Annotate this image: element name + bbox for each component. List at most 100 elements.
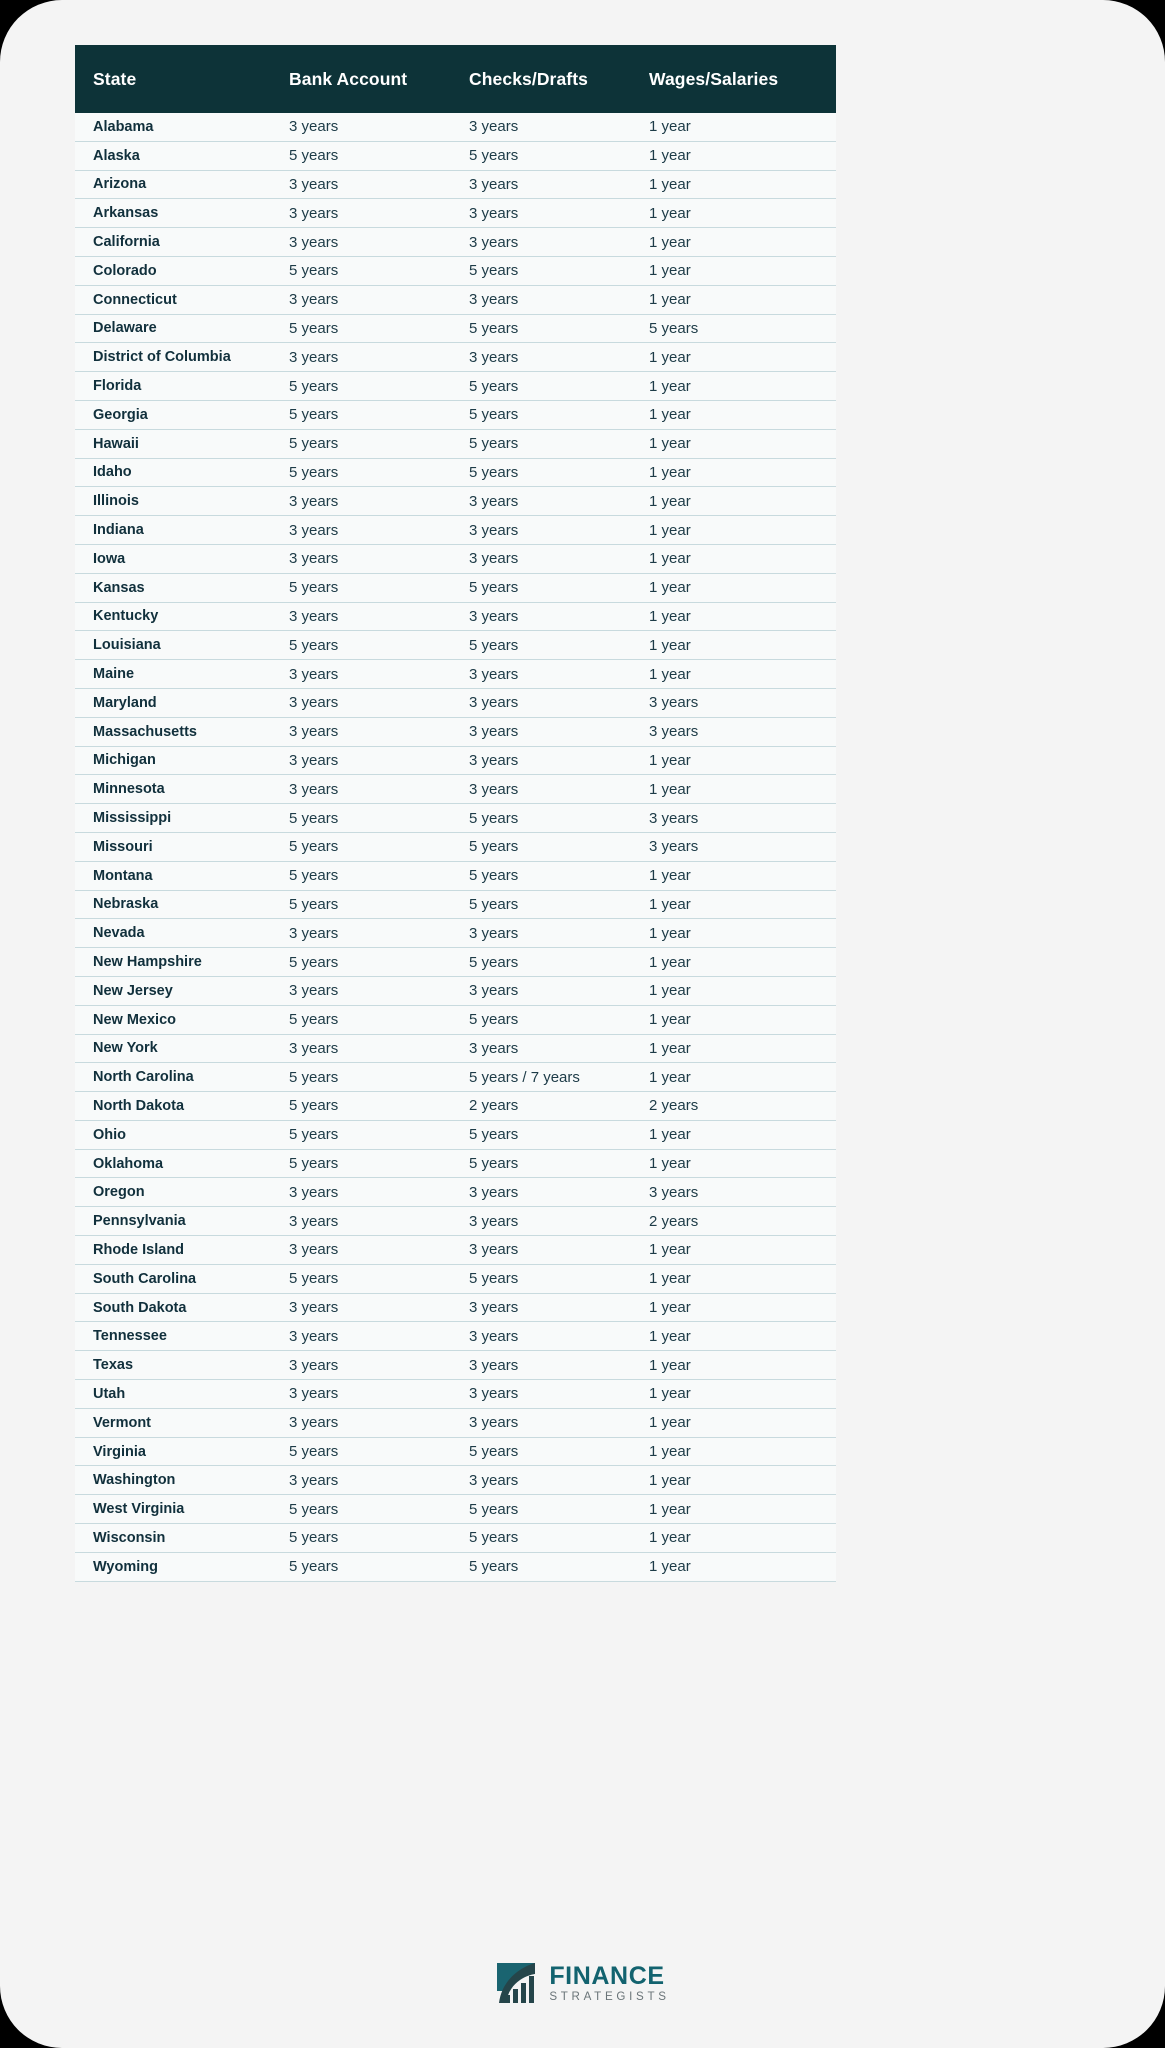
cell-checks: 3 years	[469, 1379, 649, 1409]
cell-bank: 5 years	[289, 371, 469, 401]
cell-state: Nevada	[75, 918, 289, 949]
cell-state: Oklahoma	[75, 1149, 289, 1179]
cell-bank: 3 years	[289, 659, 469, 689]
logo-lockup: FINANCE STRATEGISTS	[495, 1961, 669, 2005]
cell-wages: 1 year	[649, 1235, 836, 1265]
footer-logo: FINANCE STRATEGISTS	[0, 1948, 1165, 2018]
cell-wages: 3 years	[649, 688, 836, 718]
cell-bank: 5 years	[289, 1062, 469, 1093]
cell-bank: 3 years	[289, 717, 469, 747]
cell-checks: 3 years	[469, 1350, 649, 1381]
cell-wages: 3 years	[649, 832, 836, 862]
cell-bank: 5 years	[289, 861, 469, 891]
table-row: Alabama 3 years 3 years 1 year	[75, 113, 836, 142]
cell-state: Iowa	[75, 544, 289, 574]
page-card: State Bank Account Checks/Drafts Wages/S…	[0, 0, 1165, 2048]
cell-bank: 5 years	[289, 1494, 469, 1525]
table-row: Mississippi 5 years 5 years 3 years	[75, 803, 836, 833]
cell-checks: 5 years	[469, 400, 649, 430]
cell-checks: 5 years	[469, 947, 649, 977]
table-row: Texas 3 years 3 years 1 year	[75, 1350, 836, 1381]
cell-wages: 3 years	[649, 803, 836, 833]
cell-checks: 3 years	[469, 746, 649, 776]
cell-checks: 5 years	[469, 256, 649, 286]
table-row: New York 3 years 3 years 1 year	[75, 1034, 836, 1064]
table-row: Wyoming 5 years 5 years 1 year	[75, 1552, 836, 1582]
cell-checks: 3 years	[469, 774, 649, 805]
table-row: Indiana 3 years 3 years 1 year	[75, 515, 836, 545]
cell-wages: 1 year	[649, 1379, 836, 1409]
table-row: Hawaii 5 years 5 years 1 year	[75, 429, 836, 459]
table-row: Virginia 5 years 5 years 1 year	[75, 1437, 836, 1467]
table-row: California 3 years 3 years 1 year	[75, 227, 836, 257]
cell-wages: 1 year	[649, 429, 836, 459]
cell-state: North Carolina	[75, 1062, 289, 1093]
cell-state: Alabama	[75, 113, 289, 142]
cell-wages: 1 year	[649, 486, 836, 517]
cell-state: Montana	[75, 861, 289, 891]
cell-bank: 5 years	[289, 314, 469, 344]
column-header-state: State	[75, 45, 289, 113]
cell-state: Michigan	[75, 746, 289, 776]
table-row: New Hampshire 5 years 5 years 1 year	[75, 947, 836, 977]
cell-wages: 1 year	[649, 113, 836, 142]
cell-bank: 3 years	[289, 1235, 469, 1265]
cell-wages: 1 year	[649, 630, 836, 661]
cell-bank: 3 years	[289, 1293, 469, 1323]
cell-wages: 1 year	[649, 227, 836, 257]
cell-wages: 1 year	[649, 861, 836, 891]
cell-checks: 3 years	[469, 717, 649, 747]
cell-wages: 1 year	[649, 1034, 836, 1064]
cell-bank: 3 years	[289, 1379, 469, 1409]
table-row: Massachusetts 3 years 3 years 3 years	[75, 717, 836, 747]
cell-state: Minnesota	[75, 774, 289, 805]
state-limitations-table: State Bank Account Checks/Drafts Wages/S…	[75, 45, 836, 1582]
table-row: Idaho 5 years 5 years 1 year	[75, 458, 836, 488]
table-header: State Bank Account Checks/Drafts Wages/S…	[75, 45, 836, 113]
cell-checks: 5 years	[469, 630, 649, 661]
cell-wages: 1 year	[649, 1465, 836, 1496]
cell-bank: 5 years	[289, 1091, 469, 1121]
cell-bank: 3 years	[289, 1321, 469, 1352]
cell-state: California	[75, 227, 289, 257]
cell-bank: 5 years	[289, 890, 469, 920]
cell-state: Colorado	[75, 256, 289, 286]
cell-bank: 3 years	[289, 774, 469, 805]
table-row: Connecticut 3 years 3 years 1 year	[75, 285, 836, 315]
cell-bank: 3 years	[289, 1350, 469, 1381]
cell-bank: 5 years	[289, 141, 469, 171]
cell-wages: 1 year	[649, 1293, 836, 1323]
cell-bank: 3 years	[289, 688, 469, 718]
table-row: Oklahoma 5 years 5 years 1 year	[75, 1149, 836, 1179]
cell-wages: 1 year	[649, 1264, 836, 1294]
cell-wages: 1 year	[649, 1321, 836, 1352]
cell-wages: 1 year	[649, 890, 836, 920]
cell-wages: 1 year	[649, 544, 836, 574]
cell-wages: 1 year	[649, 1408, 836, 1438]
cell-wages: 5 years	[649, 314, 836, 344]
cell-bank: 3 years	[289, 602, 469, 632]
cell-bank: 3 years	[289, 342, 469, 373]
cell-state: Indiana	[75, 515, 289, 545]
table-row: Utah 3 years 3 years 1 year	[75, 1379, 836, 1409]
table-row: Montana 5 years 5 years 1 year	[75, 861, 836, 891]
cell-state: Alaska	[75, 141, 289, 171]
cell-checks: 5 years	[469, 1149, 649, 1179]
table-row: West Virginia 5 years 5 years 1 year	[75, 1494, 836, 1525]
cell-wages: 1 year	[649, 1437, 836, 1467]
cell-checks: 5 years	[469, 1437, 649, 1467]
cell-wages: 3 years	[649, 717, 836, 747]
cell-bank: 3 years	[289, 976, 469, 1006]
table-row: New Jersey 3 years 3 years 1 year	[75, 976, 836, 1006]
column-header-wages-salaries: Wages/Salaries	[649, 45, 836, 113]
table-row: Wisconsin 5 years 5 years 1 year	[75, 1523, 836, 1553]
table-row: Maryland 3 years 3 years 3 years	[75, 688, 836, 718]
cell-checks: 5 years	[469, 890, 649, 920]
table-row: Maine 3 years 3 years 1 year	[75, 659, 836, 689]
cell-state: Idaho	[75, 458, 289, 488]
cell-checks: 3 years	[469, 544, 649, 574]
cell-checks: 3 years	[469, 1235, 649, 1265]
cell-checks: 3 years	[469, 170, 649, 200]
column-header-bank-account: Bank Account	[289, 45, 469, 113]
cell-checks: 3 years	[469, 227, 649, 257]
